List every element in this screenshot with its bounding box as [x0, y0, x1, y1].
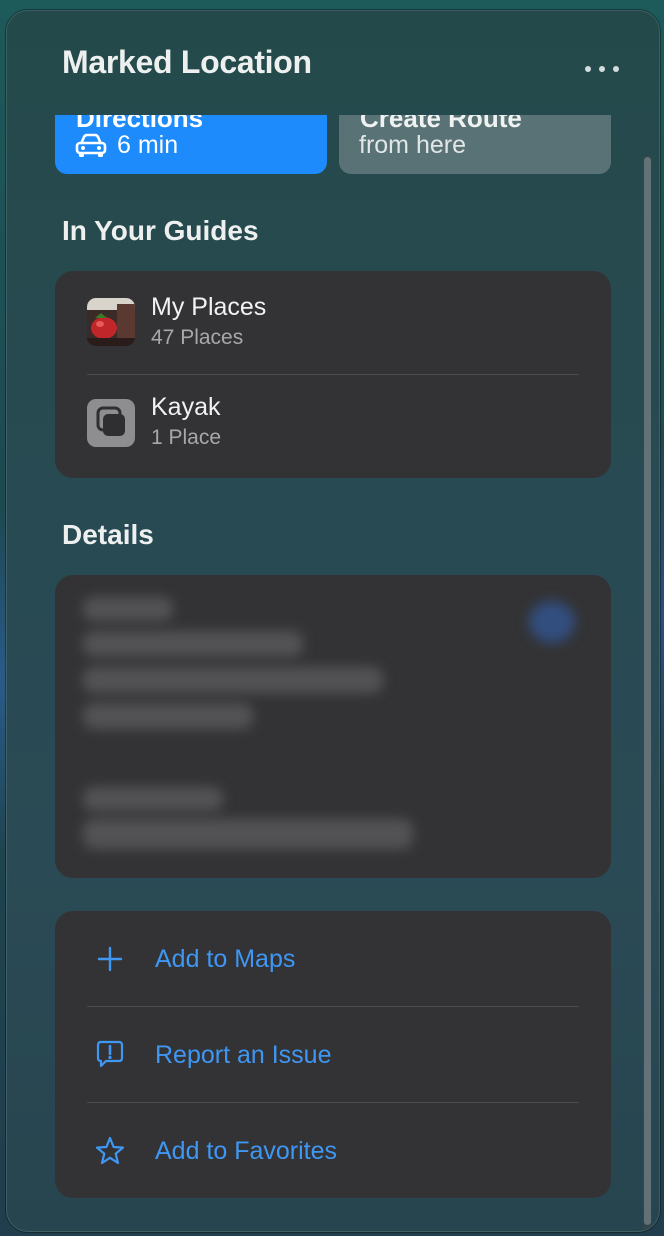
directions-eta: 6 min: [117, 131, 179, 159]
guide-name: Kayak: [151, 393, 221, 421]
exclamation-bubble-icon: [96, 1040, 124, 1068]
redacted-text: [83, 631, 303, 657]
redacted-text: [83, 703, 253, 729]
scroll-thumb[interactable]: [644, 157, 651, 1225]
panel-header: Marked Location: [7, 11, 659, 115]
action-label: Add to Favorites: [155, 1137, 338, 1165]
more-actions-card: Add to Maps Report an Issue Add to Favor…: [55, 911, 611, 1198]
redacted-icon: [529, 601, 575, 643]
guides-section-title: In Your Guides: [62, 215, 259, 246]
add-to-maps-button[interactable]: Add to Maps: [55, 911, 611, 1007]
redacted-text: [83, 597, 173, 621]
page-title: Marked Location: [62, 44, 312, 80]
details-card: [55, 575, 611, 878]
directions-button[interactable]: Directions 6 min: [55, 107, 327, 174]
ellipsis-dot: [599, 66, 605, 72]
guide-name: My Places: [151, 293, 267, 321]
redacted-text: [83, 819, 413, 849]
create-route-button[interactable]: Create Route from here: [339, 107, 611, 174]
guide-count: 47 Places: [151, 326, 244, 349]
ellipsis-icon: [585, 66, 591, 72]
guide-stack-icon: [87, 399, 135, 447]
more-options-button[interactable]: [585, 59, 619, 79]
add-to-favorites-button[interactable]: Add to Favorites: [55, 1103, 611, 1199]
scrollbar[interactable]: [643, 155, 652, 1231]
guide-row-kayak[interactable]: Kayak 1 Place: [55, 375, 611, 479]
car-icon: [75, 133, 107, 157]
action-label: Add to Maps: [155, 945, 296, 973]
report-issue-button[interactable]: Report an Issue: [55, 1007, 611, 1103]
star-icon: [95, 1136, 125, 1165]
redacted-text: [83, 787, 223, 811]
details-section-title: Details: [62, 519, 154, 550]
photo-thumbnail: [87, 298, 135, 346]
guide-row-my-places[interactable]: My Places 47 Places: [55, 271, 611, 375]
plus-icon: [97, 946, 123, 972]
create-route-sub: from here: [359, 131, 466, 159]
action-label: Report an Issue: [155, 1041, 332, 1069]
redacted-text: [83, 667, 383, 693]
ellipsis-dot: [613, 66, 619, 72]
guide-count: 1 Place: [151, 426, 222, 449]
action-buttons: Directions 6 min Create Route from here: [55, 107, 611, 175]
guides-card: My Places 47 Places Kayak 1 Place: [55, 271, 611, 478]
place-card-panel: Marked Location Directions 6 min Create …: [6, 10, 660, 1232]
